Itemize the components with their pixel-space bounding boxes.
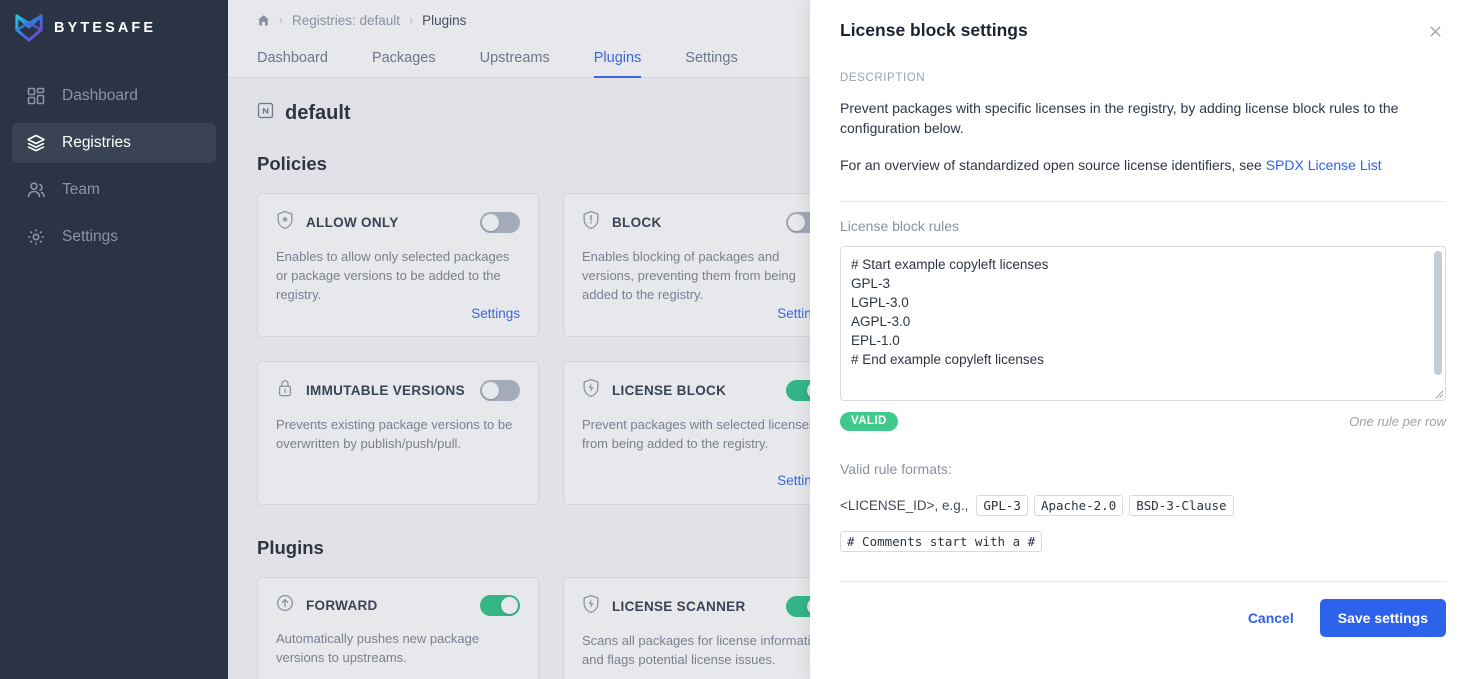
toggle-knob — [482, 214, 499, 231]
plugin-card-forward[interactable]: FORWARD Automatically pushes new package… — [257, 577, 539, 679]
status-badge: VALID — [840, 411, 898, 431]
card-title: FORWARD — [306, 598, 378, 613]
license-rules-textarea[interactable]: # Start example copyleft licenses GPL-3 … — [840, 245, 1446, 401]
format-chip-bsd: BSD-3-Clause — [1129, 494, 1234, 516]
gear-icon — [28, 229, 44, 245]
close-icon[interactable] — [1424, 20, 1446, 42]
breadcrumb-separator: › — [279, 13, 283, 27]
cancel-button[interactable]: Cancel — [1232, 600, 1310, 636]
policy-toggle-immutable-versions[interactable] — [480, 380, 520, 401]
tab-plugins[interactable]: Plugins — [593, 50, 642, 78]
tab-dashboard[interactable]: Dashboard — [257, 50, 328, 78]
brand-logo[interactable]: BYTESAFE — [0, 0, 228, 56]
license-block-settings-panel: License block settings DESCRIPTION Preve… — [810, 0, 1476, 679]
rules-field-label: License block rules — [840, 217, 960, 234]
card-header: LICENSE BLOCK — [582, 378, 826, 403]
bytesafe-logo-icon — [14, 14, 44, 42]
card-header: BLOCK — [582, 210, 826, 235]
app-root: BYTESAFE Dashboard Registries Team Setti… — [0, 0, 1476, 679]
registry-icon — [257, 102, 274, 125]
format-comment-row: # Comments start with a # — [840, 530, 1446, 552]
description-paragraph-2: For an overview of standardized open sou… — [840, 155, 1446, 175]
format-lead-text: <LICENSE_ID>, e.g., — [840, 497, 969, 513]
sidebar-nav: Dashboard Registries Team Settings — [0, 76, 228, 257]
description-prefix: For an overview of standardized open sou… — [840, 156, 1266, 173]
description-paragraph-1: Prevent packages with specific licenses … — [840, 100, 1399, 137]
page-title-text: default — [285, 102, 351, 124]
format-examples-row: <LICENSE_ID>, e.g., GPL-3 Apache-2.0 BSD… — [840, 494, 1446, 516]
shield-star-icon — [276, 210, 294, 235]
card-title: LICENSE BLOCK — [612, 383, 727, 398]
tab-upstreams[interactable]: Upstreams — [480, 50, 550, 78]
resize-grip-icon[interactable] — [1432, 387, 1444, 399]
textarea-scrollbar[interactable] — [1434, 250, 1442, 375]
policy-card-immutable-versions[interactable]: IMMUTABLE VERSIONS Prevents existing pac… — [257, 361, 539, 505]
layers-icon — [27, 134, 45, 152]
brand-name: BYTESAFE — [54, 20, 157, 36]
card-description: Enables to allow only selected packages … — [276, 249, 510, 302]
sidebar-item-label: Team — [62, 181, 100, 198]
card-description: Automatically pushes new package version… — [276, 631, 480, 665]
sidebar-item-label: Dashboard — [62, 87, 138, 104]
sidebar-item-label: Registries — [62, 134, 131, 151]
sidebar-item-label: Settings — [62, 228, 119, 245]
card-title: LICENSE SCANNER — [612, 599, 746, 614]
card-header: FORWARD — [276, 594, 520, 617]
home-icon[interactable] — [257, 14, 270, 27]
sidebar-item-team[interactable]: Team — [12, 170, 216, 210]
breadcrumb-item-plugins: Plugins — [422, 12, 467, 28]
panel-divider-top — [840, 200, 1446, 202]
policy-card-license-block[interactable]: LICENSE BLOCK Prevent packages with sele… — [563, 361, 845, 505]
card-header: LICENSE SCANNER — [582, 594, 826, 619]
card-title: ALLOW ONLY — [306, 215, 399, 230]
format-chip-comment: # Comments start with a # — [840, 530, 1043, 552]
toggle-knob — [501, 597, 518, 614]
panel-divider-bottom — [840, 580, 1446, 582]
toggle-knob — [482, 382, 499, 399]
card-settings-link[interactable]: Settings — [471, 306, 520, 321]
formats-label: Valid rule formats: — [840, 460, 952, 477]
plugin-card-license-scanner[interactable]: LICENSE SCANNER Scans all packages for l… — [563, 577, 845, 679]
tab-settings[interactable]: Settings — [685, 50, 737, 78]
rules-hint: One rule per row — [1349, 413, 1446, 429]
sidebar: BYTESAFE Dashboard Registries Team Setti… — [0, 0, 228, 679]
card-description: Scans all packages for license informati… — [582, 633, 825, 667]
description-label: DESCRIPTION — [840, 72, 926, 84]
format-chip-gpl3: GPL-3 — [976, 494, 1028, 516]
panel-footer: Cancel Save settings — [840, 598, 1446, 637]
sidebar-item-dashboard[interactable]: Dashboard — [12, 76, 216, 116]
card-title: BLOCK — [612, 215, 662, 230]
shield-exclamation-icon — [582, 210, 600, 235]
spdx-license-list-link[interactable]: SPDX License List — [1266, 157, 1382, 173]
policy-card-block[interactable]: BLOCK Enables blocking of packages and v… — [563, 193, 845, 337]
breadcrumb-separator: › — [409, 13, 414, 27]
shield-bolt-icon — [582, 378, 600, 403]
policy-card-allow-only[interactable]: ALLOW ONLY Enables to allow only selecte… — [257, 193, 539, 337]
policy-toggle-allow-only[interactable] — [480, 212, 520, 233]
toggle-knob — [788, 214, 805, 231]
card-header: IMMUTABLE VERSIONS — [276, 378, 520, 403]
arrow-up-circle-icon — [276, 594, 294, 617]
rules-meta-row: VALID One rule per row — [840, 411, 1446, 431]
lock-icon — [276, 378, 294, 403]
tab-packages[interactable]: Packages — [372, 50, 436, 78]
card-description: Prevent packages with selected licenses … — [582, 417, 816, 451]
card-description: Enables blocking of packages and version… — [582, 249, 796, 302]
card-header: ALLOW ONLY — [276, 210, 520, 235]
format-chip-apache: Apache-2.0 — [1033, 494, 1124, 516]
grid-icon — [27, 87, 45, 105]
sidebar-item-registries[interactable]: Registries — [12, 123, 216, 163]
card-title: IMMUTABLE VERSIONS — [306, 383, 465, 398]
shield-bolt-icon — [582, 594, 600, 619]
save-settings-button[interactable]: Save settings — [1319, 598, 1446, 637]
sidebar-item-settings[interactable]: Settings — [12, 217, 216, 257]
plugin-toggle-forward[interactable] — [480, 595, 520, 616]
users-icon — [27, 182, 45, 198]
panel-title: License block settings — [840, 20, 1028, 40]
breadcrumb-item-registries[interactable]: Registries: default — [292, 13, 400, 28]
panel-header: License block settings — [840, 0, 1446, 42]
license-rules-value: # Start example copyleft licenses GPL-3 … — [851, 256, 1049, 367]
card-description: Prevents existing package versions to be… — [276, 417, 513, 451]
